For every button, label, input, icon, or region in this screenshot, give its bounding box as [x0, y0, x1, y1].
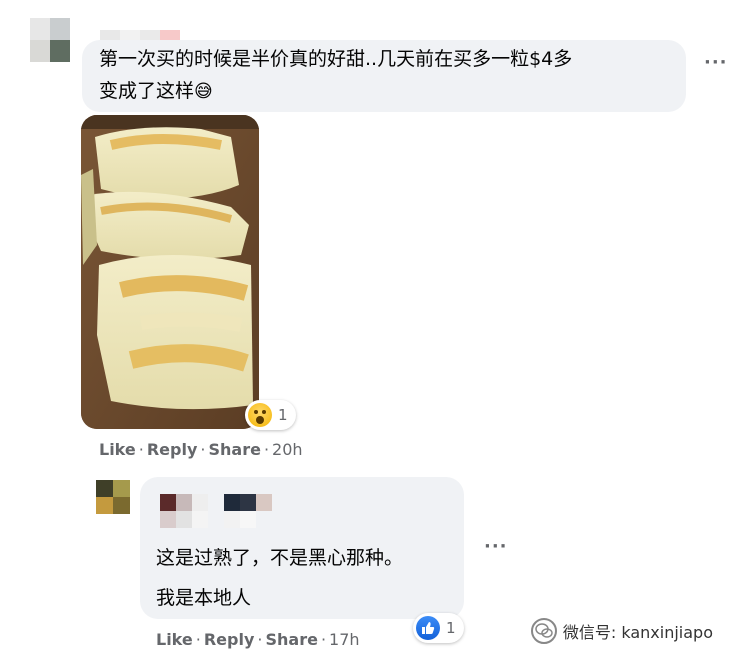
separator-dot: ·: [138, 440, 144, 459]
separator-dot: ·: [263, 440, 270, 459]
reply-action-bar: Like · Reply · Share · 17h: [156, 630, 360, 649]
wechat-icon: [530, 618, 557, 644]
comment-photo[interactable]: [81, 115, 259, 429]
wechat-watermark: 微信号: kanxinjiapo: [530, 618, 713, 644]
replier-name-blurred[interactable]: [160, 494, 272, 528]
reply-text-line2: 我是本地人: [156, 587, 252, 609]
sweat-smile-emoji: 😅: [194, 81, 213, 102]
comment-bubble: 第一次买的时候是半价真的好甜..几天前在买多一粒$4多 变成了这样😅: [82, 40, 686, 112]
reply-link[interactable]: Reply: [147, 440, 198, 459]
comment-more-options-icon[interactable]: ···: [704, 52, 728, 73]
reaction-count: 1: [446, 619, 456, 637]
wow-emoji-icon: [248, 403, 272, 427]
share-link[interactable]: Share: [208, 440, 260, 459]
timestamp-link[interactable]: 17h: [329, 630, 360, 649]
reaction-count: 1: [278, 406, 288, 424]
reply-bubble: 这是过熟了，不是黑心那种。 我是本地人: [140, 477, 464, 619]
reply-link[interactable]: Reply: [204, 630, 255, 649]
comment-text-line2: 变成了这样😅: [99, 76, 213, 107]
watermark-label: 微信号: kanxinjiapo: [562, 623, 713, 642]
comment-action-bar: Like · Reply · Share · 20h: [99, 440, 303, 459]
like-link[interactable]: Like: [156, 630, 193, 649]
share-link[interactable]: Share: [265, 630, 317, 649]
reply-reaction-summary[interactable]: 1: [413, 613, 464, 643]
separator-dot: ·: [320, 630, 327, 649]
comment-reaction-summary[interactable]: 1: [245, 400, 296, 430]
reply-text-line1: 这是过熟了，不是黑心那种。: [156, 547, 404, 569]
separator-dot: ·: [257, 630, 263, 649]
like-link[interactable]: Like: [99, 440, 136, 459]
timestamp-link[interactable]: 20h: [272, 440, 303, 459]
separator-dot: ·: [200, 440, 206, 459]
comment-text-line2-content: 变成了这样: [99, 80, 195, 102]
pineapple-photo-image: [81, 115, 259, 429]
thumbs-up-icon: [416, 616, 440, 640]
reply-more-options-icon[interactable]: ···: [484, 536, 508, 557]
commenter-avatar[interactable]: [30, 18, 70, 62]
replier-avatar[interactable]: [96, 480, 130, 514]
separator-dot: ·: [195, 630, 201, 649]
comment-text-line1: 第一次买的时候是半价真的好甜..几天前在买多一粒$4多: [99, 48, 573, 70]
